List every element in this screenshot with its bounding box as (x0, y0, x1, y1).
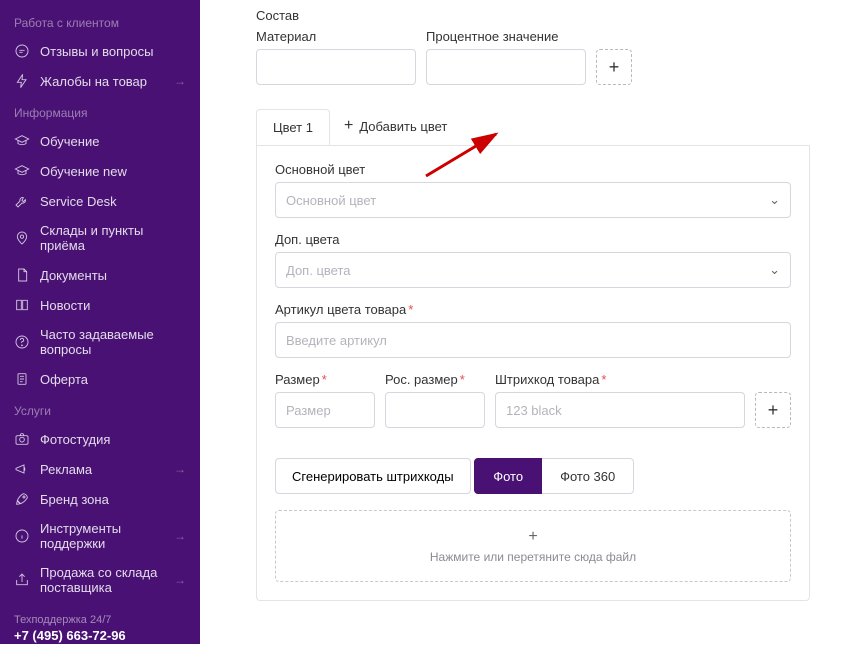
ru-size-label: Рос. размер* (385, 372, 485, 387)
sidebar-item-supplier-sales[interactable]: Продажа со склада поставщика → (0, 558, 200, 602)
book-icon (14, 297, 30, 313)
sidebar-item-documents[interactable]: Документы (0, 260, 200, 290)
sidebar-item-label: Документы (40, 268, 186, 283)
sidebar-item-warehouses[interactable]: Склады и пункты приёма (0, 216, 200, 260)
sidebar-item-news[interactable]: Новости (0, 290, 200, 320)
sidebar-item-photostudio[interactable]: Фотостудия (0, 424, 200, 454)
sidebar-item-label: Склады и пункты приёма (40, 223, 186, 253)
main-content: Состав Материал Процентное значение + Цв… (200, 0, 846, 644)
sidebar-item-label: Жалобы на товар (40, 74, 164, 89)
chevron-right-icon: → (174, 529, 186, 543)
sidebar-item-training-new[interactable]: Обучение new (0, 156, 200, 186)
sidebar-item-label: Обучение new (40, 164, 186, 179)
sidebar-item-label: Бренд зона (40, 492, 186, 507)
material-label: Материал (256, 29, 416, 44)
bolt-icon (14, 73, 30, 89)
sidebar-item-offer[interactable]: Оферта (0, 364, 200, 394)
percent-input[interactable] (426, 49, 586, 85)
sidebar-item-label: Отзывы и вопросы (40, 44, 186, 59)
help-icon (14, 334, 30, 350)
sidebar-footer: Техподдержка 24/7 +7 (495) 663-72-96 (0, 602, 200, 655)
tab-photo[interactable]: Фото (474, 458, 542, 494)
sidebar-item-advertising[interactable]: Реклама → (0, 454, 200, 484)
photo-tabs: Фото Фото 360 (474, 458, 634, 494)
size-input[interactable] (275, 392, 375, 428)
sidebar-item-label: Реклама (40, 462, 164, 477)
add-color-label: Добавить цвет (359, 119, 447, 134)
support-phone[interactable]: +7 (495) 663-72-96 (14, 628, 186, 643)
sidebar-item-faq[interactable]: Часто задаваемые вопросы (0, 320, 200, 364)
tab-color-1[interactable]: Цвет 1 (256, 109, 330, 145)
pin-icon (14, 230, 30, 246)
sheet-icon (14, 371, 30, 387)
color-tabs: Цвет 1 + Добавить цвет (256, 107, 810, 146)
wrench-icon (14, 193, 30, 209)
chevron-right-icon: → (174, 573, 186, 587)
chevron-down-icon: ⌄ (769, 262, 780, 278)
support-label: Техподдержка 24/7 (14, 614, 186, 626)
add-composition-button[interactable]: + (596, 49, 632, 85)
plus-icon: + (344, 117, 353, 135)
tab-photo-360[interactable]: Фото 360 (542, 458, 634, 494)
sidebar-section-client: Работа с клиентом (0, 6, 200, 36)
doc-icon (14, 267, 30, 283)
graduation-icon (14, 133, 30, 149)
add-size-row-button[interactable]: + (755, 392, 791, 428)
dropzone-text: Нажмите или перетяните сюда файл (430, 550, 636, 564)
main-color-label: Основной цвет (275, 162, 791, 177)
sidebar-section-services: Услуги (0, 394, 200, 424)
message-icon (14, 43, 30, 59)
sidebar-item-label: Новости (40, 298, 186, 313)
camera-icon (14, 431, 30, 447)
chevron-right-icon: → (174, 462, 186, 476)
sidebar-item-service-desk[interactable]: Service Desk (0, 186, 200, 216)
sidebar-item-label: Часто задаваемые вопросы (40, 327, 186, 357)
add-color-tab[interactable]: + Добавить цвет (330, 107, 461, 145)
info-icon (14, 528, 30, 544)
sidebar-item-support-tools[interactable]: Инструменты поддержки → (0, 514, 200, 558)
share-icon (14, 572, 30, 588)
photo-dropzone[interactable]: + Нажмите или перетяните сюда файл (275, 510, 791, 582)
sidebar-item-brand-zone[interactable]: Бренд зона (0, 484, 200, 514)
sidebar-item-label: Service Desk (40, 194, 186, 209)
extra-colors-placeholder: Доп. цвета (286, 263, 351, 278)
size-label: Размер* (275, 372, 375, 387)
barcode-input[interactable] (495, 392, 745, 428)
sidebar-item-complaints[interactable]: Жалобы на товар → (0, 66, 200, 96)
sidebar-item-label: Фотостудия (40, 432, 186, 447)
article-input[interactable] (275, 322, 791, 358)
plus-icon: + (528, 528, 537, 546)
extra-colors-label: Доп. цвета (275, 232, 791, 247)
rocket-icon (14, 491, 30, 507)
color-panel: Основной цвет Основной цвет ⌄ Доп. цвета… (256, 146, 810, 601)
chevron-down-icon: ⌄ (769, 192, 780, 208)
sidebar-item-label: Обучение (40, 134, 186, 149)
sidebar-item-label: Оферта (40, 372, 186, 387)
material-input[interactable] (256, 49, 416, 85)
sidebar-item-training[interactable]: Обучение (0, 126, 200, 156)
ru-size-input[interactable] (385, 392, 485, 428)
sidebar-item-reviews[interactable]: Отзывы и вопросы (0, 36, 200, 66)
megaphone-icon (14, 461, 30, 477)
composition-title: Состав (256, 8, 810, 23)
main-color-placeholder: Основной цвет (286, 193, 376, 208)
main-color-select[interactable]: Основной цвет ⌄ (275, 182, 791, 218)
sidebar-section-info: Информация (0, 96, 200, 126)
generate-barcodes-button[interactable]: Сгенерировать штрихкоды (275, 458, 471, 494)
extra-colors-select[interactable]: Доп. цвета ⌄ (275, 252, 791, 288)
graduation-icon (14, 163, 30, 179)
percent-label: Процентное значение (426, 29, 586, 44)
article-label: Артикул цвета товара* (275, 302, 791, 317)
sidebar-item-label: Инструменты поддержки (40, 521, 164, 551)
sidebar-item-label: Продажа со склада поставщика (40, 565, 164, 595)
sidebar: Работа с клиентом Отзывы и вопросы Жалоб… (0, 0, 200, 644)
chevron-right-icon: → (174, 74, 186, 88)
barcode-label: Штрихкод товара* (495, 372, 745, 387)
